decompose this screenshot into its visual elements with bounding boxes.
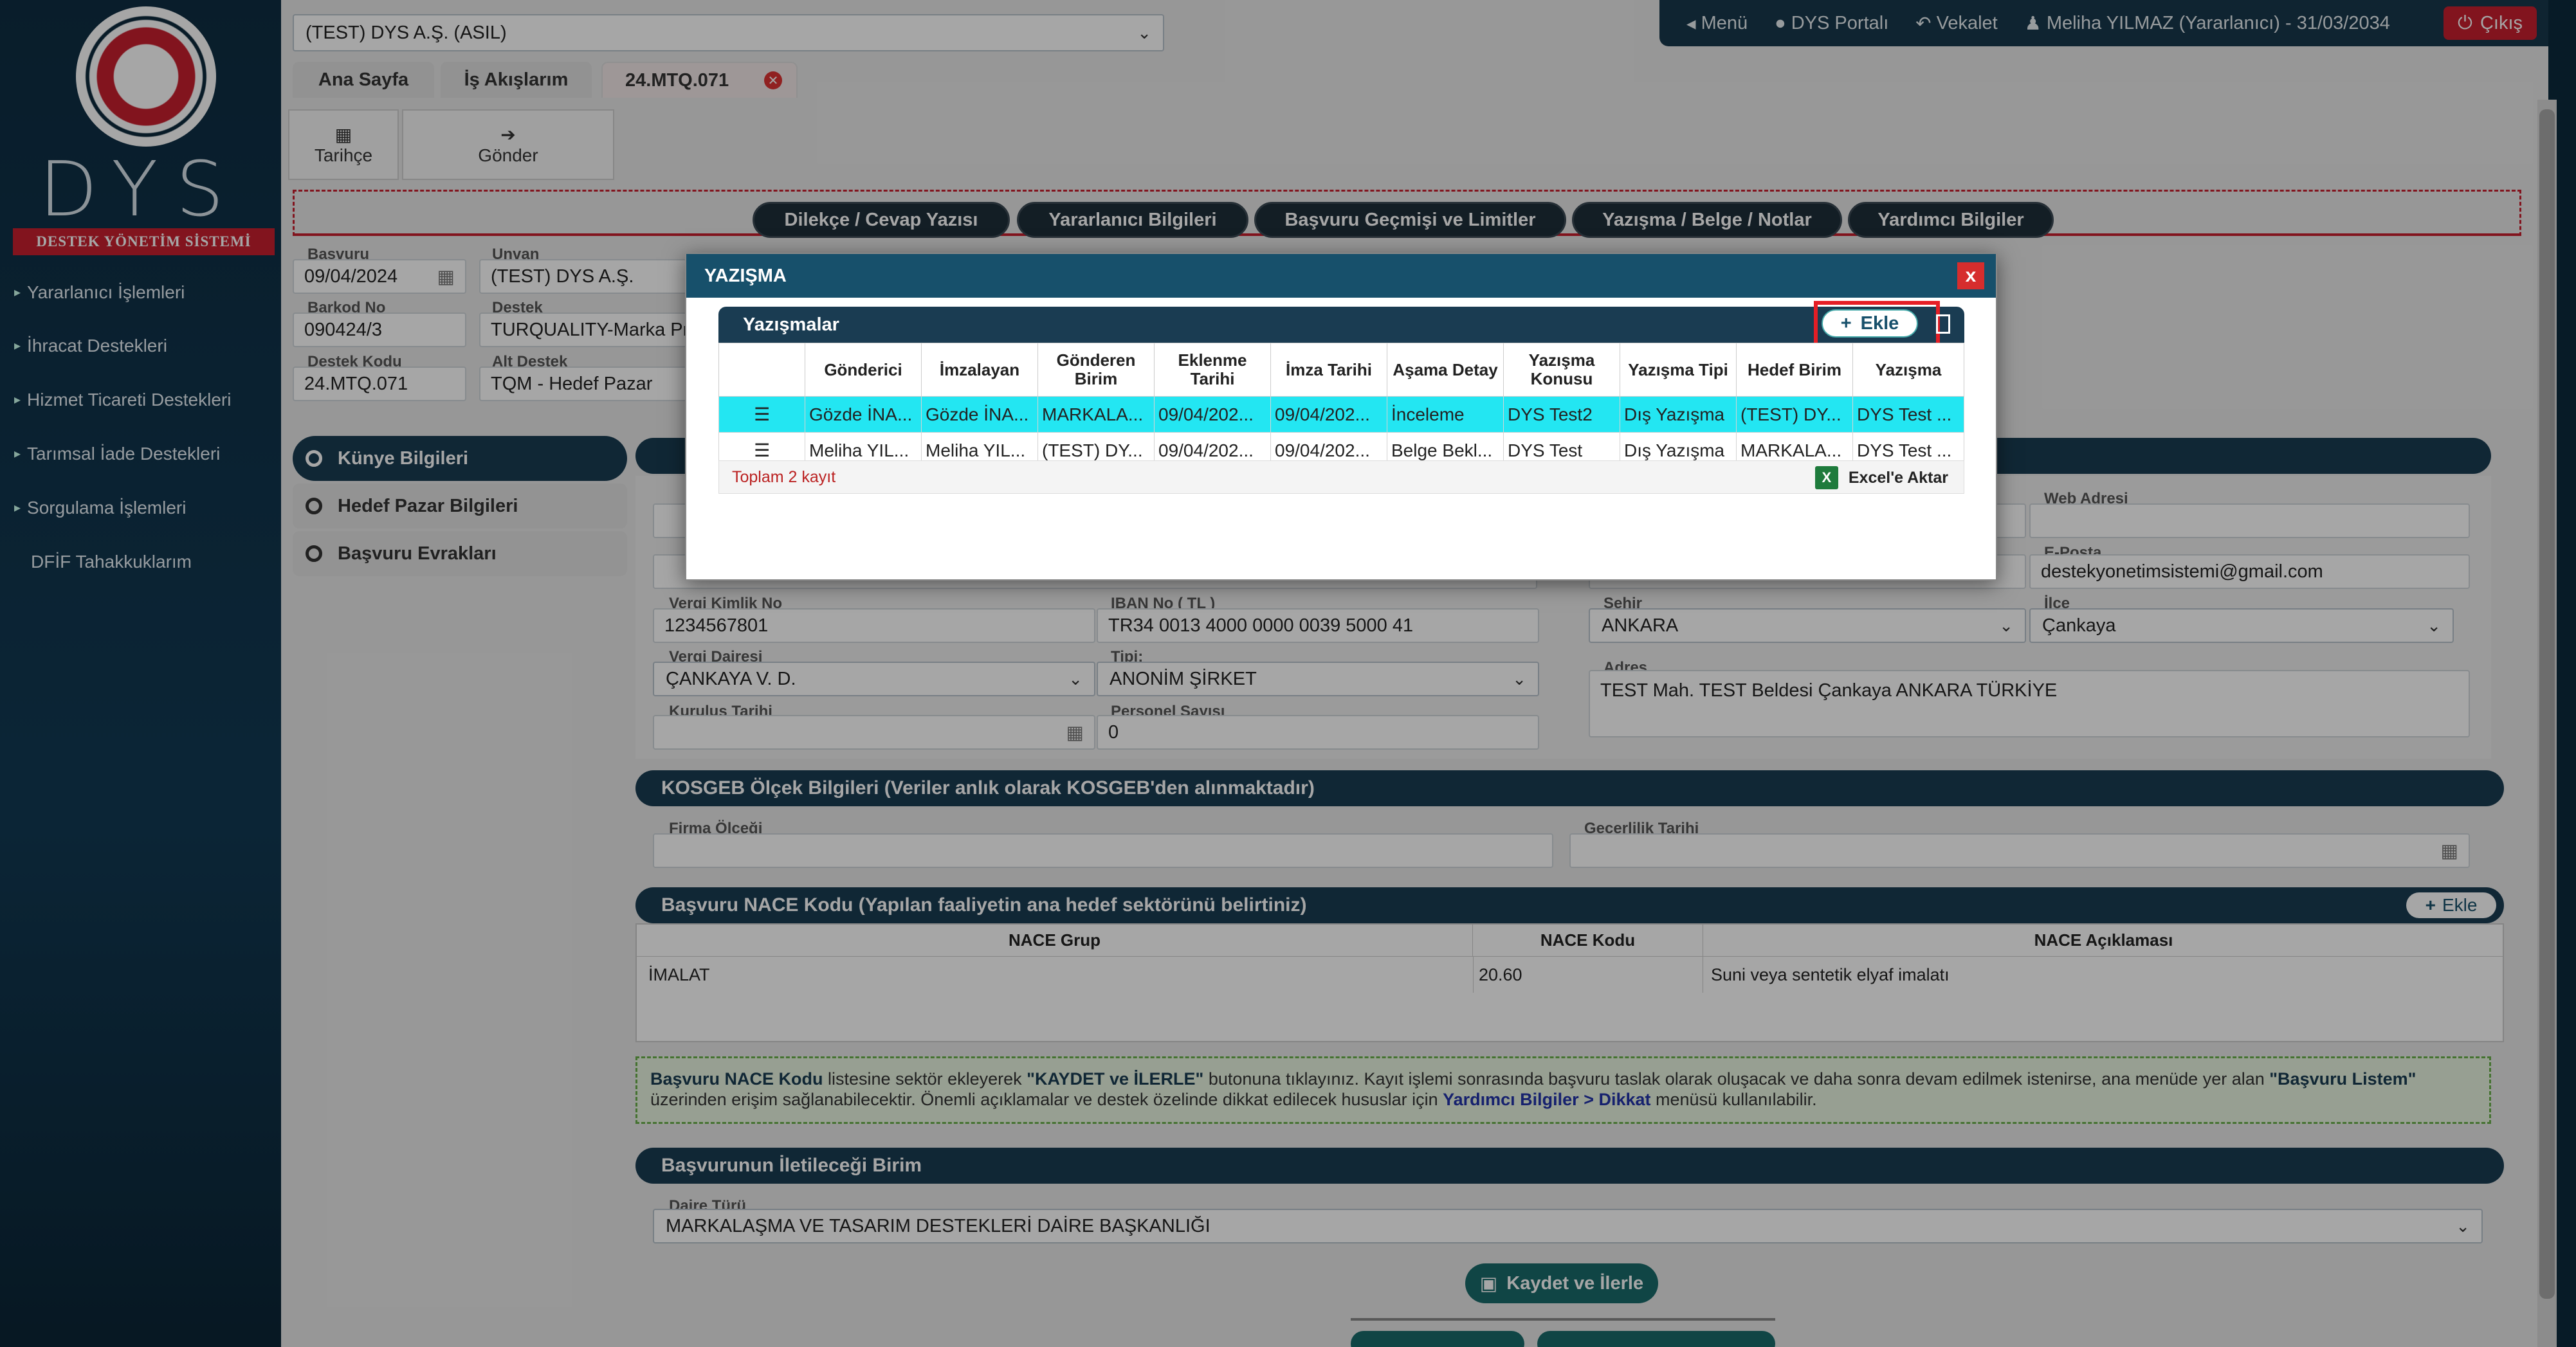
- table-cell: Gözde İNA...: [805, 396, 922, 433]
- table-header-row: Gönderici İmzalayan Gönderen Birim Eklen…: [718, 343, 1964, 397]
- col-header[interactable]: Gönderen Birim: [1037, 343, 1155, 397]
- table-row[interactable]: ☰ Gözde İNA... Gözde İNA... MARKALA... 0…: [718, 396, 1964, 433]
- yazisma-modal: YAZIŞMA x Yazışmalar + Ekle Gönderici İmza…: [685, 253, 1997, 581]
- modal-title: YAZIŞMA: [704, 265, 787, 286]
- col-header[interactable]: Yazışma Tipi: [1620, 343, 1737, 397]
- export-excel-button[interactable]: X Excel'e Aktar: [1814, 466, 1948, 489]
- grid-header: Yazışmalar + Ekle: [718, 301, 1964, 347]
- col-header[interactable]: Yazışma Konusu: [1503, 343, 1620, 397]
- grid-title: Yazışmalar: [743, 314, 839, 335]
- table-cell: Gözde İNA...: [921, 396, 1038, 433]
- col-menu: [718, 343, 805, 397]
- table-cell: MARKALA...: [1037, 396, 1155, 433]
- col-header[interactable]: Eklenme Tarihi: [1154, 343, 1271, 397]
- column-toggle-icon[interactable]: [1936, 314, 1950, 334]
- col-header[interactable]: İmzalayan: [921, 343, 1038, 397]
- modal-overlay[interactable]: [0, 0, 2576, 1347]
- table-cell: DYS Test ...: [1852, 396, 1964, 433]
- yazisma-table: Gönderici İmzalayan Gönderen Birim Eklen…: [718, 343, 1964, 469]
- excel-icon: X: [1814, 466, 1838, 489]
- modal-header: YAZIŞMA x: [686, 254, 1996, 298]
- table-cell: İnceleme: [1387, 396, 1504, 433]
- grid-footer: Toplam 2 kayıt X Excel'e Aktar: [718, 460, 1964, 494]
- row-menu-icon[interactable]: ☰: [718, 396, 805, 433]
- table-cell: (TEST) DY...: [1736, 396, 1853, 433]
- col-header[interactable]: Gönderici: [805, 343, 922, 397]
- col-header[interactable]: İmza Tarihi: [1270, 343, 1387, 397]
- col-header[interactable]: Yazışma: [1852, 343, 1964, 397]
- table-cell: Dış Yazışma: [1620, 396, 1737, 433]
- highlight-box: [1814, 301, 1940, 347]
- table-cell: 09/04/202...: [1154, 396, 1271, 433]
- total-count: Toplam 2 kayıt: [732, 467, 836, 486]
- col-header[interactable]: Hedef Birim: [1736, 343, 1853, 397]
- col-header[interactable]: Aşama Detay: [1387, 343, 1504, 397]
- table-cell: 09/04/202...: [1270, 396, 1387, 433]
- table-cell: DYS Test2: [1503, 396, 1620, 433]
- export-label: Excel'e Aktar: [1848, 468, 1948, 487]
- close-icon[interactable]: x: [1957, 262, 1984, 289]
